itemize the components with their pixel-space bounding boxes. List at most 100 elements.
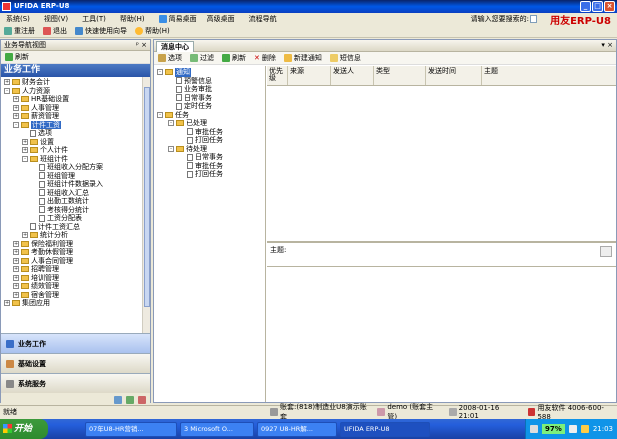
nav-business-work-button[interactable]: 业务工作: [1, 333, 150, 353]
tree-item[interactable]: - 班组计件: [1, 155, 150, 164]
nav-tree-scrollbar[interactable]: [142, 77, 150, 333]
start-button[interactable]: 开始: [0, 419, 48, 439]
menu-view[interactable]: 视图(V): [44, 13, 68, 25]
tree-item[interactable]: 班组计件数据录入: [1, 180, 150, 189]
message-body[interactable]: [267, 266, 616, 402]
tab-menu-close[interactable]: ▾ ×: [601, 41, 613, 49]
menu-simple-desktop[interactable]: 简易桌面: [158, 13, 197, 25]
col-sender[interactable]: 发送人: [331, 66, 374, 85]
expand-icon[interactable]: +: [13, 113, 19, 120]
quick-wizard-button[interactable]: 快速使用向导: [75, 26, 127, 36]
tree-item[interactable]: 工资分配表: [1, 214, 150, 223]
col-source[interactable]: 来源: [288, 66, 331, 85]
config-icon[interactable]: [114, 395, 122, 404]
tree-item[interactable]: + 考勤休假管理: [1, 248, 150, 257]
col-priority[interactable]: 优先级: [267, 66, 288, 85]
expand-icon[interactable]: +: [13, 249, 19, 256]
menu-advanced-desktop[interactable]: 高级桌面: [207, 13, 235, 25]
menu-system[interactable]: 系统(S): [6, 13, 30, 25]
tree-item[interactable]: 定时任务: [154, 102, 265, 111]
collapse-icon[interactable]: [138, 395, 146, 404]
tree-item[interactable]: 计件工资汇总: [1, 223, 150, 232]
tree-item[interactable]: 审批任务: [154, 128, 265, 137]
collapse-icon[interactable]: -: [168, 145, 174, 152]
expand-icon[interactable]: +: [22, 232, 28, 239]
collapse-icon[interactable]: -: [22, 155, 28, 162]
expand-icon[interactable]: +: [13, 257, 19, 264]
task-hr-marketing[interactable]: 07年U8-HR营销...: [85, 421, 177, 437]
menu-process-nav[interactable]: 流程导航: [249, 13, 277, 25]
tree-item[interactable]: 班组管理: [1, 172, 150, 181]
collapse-icon[interactable]: -: [168, 120, 174, 127]
expand-icon[interactable]: +: [13, 291, 19, 298]
collapse-icon[interactable]: -: [13, 121, 19, 128]
tree-item[interactable]: + 绩效管理: [1, 282, 150, 291]
tree-item[interactable]: + 保险福利管理: [1, 240, 150, 249]
tree-item[interactable]: - 已处理: [154, 119, 265, 128]
task-microsoft[interactable]: 3 Microsoft O...: [180, 421, 254, 437]
tree-item[interactable]: + 集团应用: [1, 299, 150, 308]
tree-item[interactable]: + HR基础设置: [1, 95, 150, 104]
tree-item[interactable]: 考核得分统计: [1, 206, 150, 215]
tree-item[interactable]: + 培训管理: [1, 274, 150, 283]
tree-item[interactable]: + 宿舍管理: [1, 291, 150, 300]
expand-icon[interactable]: +: [22, 147, 28, 154]
task-ufida-erp[interactable]: UFIDA ERP-U8: [340, 421, 430, 437]
tree-item[interactable]: - 任务: [154, 111, 265, 120]
tree-item[interactable]: + 人事合同管理: [1, 257, 150, 266]
expand-icon[interactable]: +: [13, 104, 19, 111]
tree-item[interactable]: + 薪资管理: [1, 112, 150, 121]
tree-item[interactable]: 班组收入分配方案: [1, 163, 150, 172]
new-notice-button[interactable]: 新建通知: [283, 53, 322, 63]
tree-item[interactable]: 打回任务: [154, 170, 265, 179]
attachment-button[interactable]: [600, 246, 612, 257]
relogin-button[interactable]: 重注册: [4, 26, 35, 36]
collapse-icon[interactable]: -: [157, 111, 163, 118]
options-button[interactable]: 选项: [158, 53, 182, 63]
panel-pin-close[interactable]: ᵖ ×: [136, 41, 150, 49]
close-button[interactable]: ×: [604, 1, 615, 12]
search-input[interactable]: [530, 15, 537, 23]
col-send-time[interactable]: 发送时间: [426, 66, 482, 85]
expand-icon[interactable]: +: [4, 79, 10, 86]
tree-item[interactable]: - 计件工资: [1, 120, 150, 129]
col-subject[interactable]: 主题: [482, 66, 616, 85]
nav-refresh-button[interactable]: 刷新: [1, 51, 150, 64]
menu-tools[interactable]: 工具(T): [82, 13, 106, 25]
tree-item[interactable]: - 人力资源: [1, 87, 150, 96]
tree-item[interactable]: 选项: [1, 129, 150, 138]
expand-icon[interactable]: +: [22, 138, 28, 145]
tree-item[interactable]: + 招聘管理: [1, 265, 150, 274]
refresh-button[interactable]: 刷新: [222, 53, 246, 63]
expand-icon[interactable]: +: [13, 283, 19, 290]
expand-icon[interactable]: +: [13, 274, 19, 281]
tree-item[interactable]: + 设置: [1, 138, 150, 147]
tree-item[interactable]: 审批任务: [154, 162, 265, 171]
help-button[interactable]: 帮助(H): [135, 26, 170, 36]
tree-item[interactable]: 出勤工数统计: [1, 197, 150, 206]
tree-item[interactable]: + 人事管理: [1, 104, 150, 113]
expand-icon[interactable]: +: [4, 300, 10, 307]
nav-system-service-button[interactable]: 系统服务: [1, 373, 150, 393]
sms-button[interactable]: 短信息: [329, 53, 361, 63]
nav-basic-settings-button[interactable]: 基础设置: [1, 353, 150, 373]
tree-item[interactable]: + 财务会计: [1, 78, 150, 87]
collapse-icon[interactable]: -: [4, 87, 10, 94]
tab-message-center[interactable]: 消息中心: [156, 41, 194, 52]
filter-button[interactable]: 过滤: [190, 53, 214, 63]
tray-app-icon[interactable]: [580, 425, 589, 433]
task-hr-solution[interactable]: 0927 U8-HR解...: [257, 421, 337, 437]
delete-button[interactable]: ✕ 删除: [254, 53, 276, 63]
tree-item[interactable]: + 统计分析: [1, 231, 150, 240]
tree-item[interactable]: - 通知: [154, 68, 265, 77]
tree-item[interactable]: 预警信息: [154, 77, 265, 86]
tree-item[interactable]: - 待处理: [154, 145, 265, 154]
tree-item[interactable]: 日常事务: [154, 94, 265, 103]
exit-button[interactable]: 退出: [43, 26, 67, 36]
expand-icon[interactable]: +: [13, 240, 19, 247]
col-type[interactable]: 类型: [374, 66, 426, 85]
expand-icon[interactable]: +: [13, 96, 19, 103]
tree-item[interactable]: 班组收入汇总: [1, 189, 150, 198]
arrange-icon[interactable]: [126, 395, 134, 404]
minimize-button[interactable]: _: [580, 1, 591, 12]
